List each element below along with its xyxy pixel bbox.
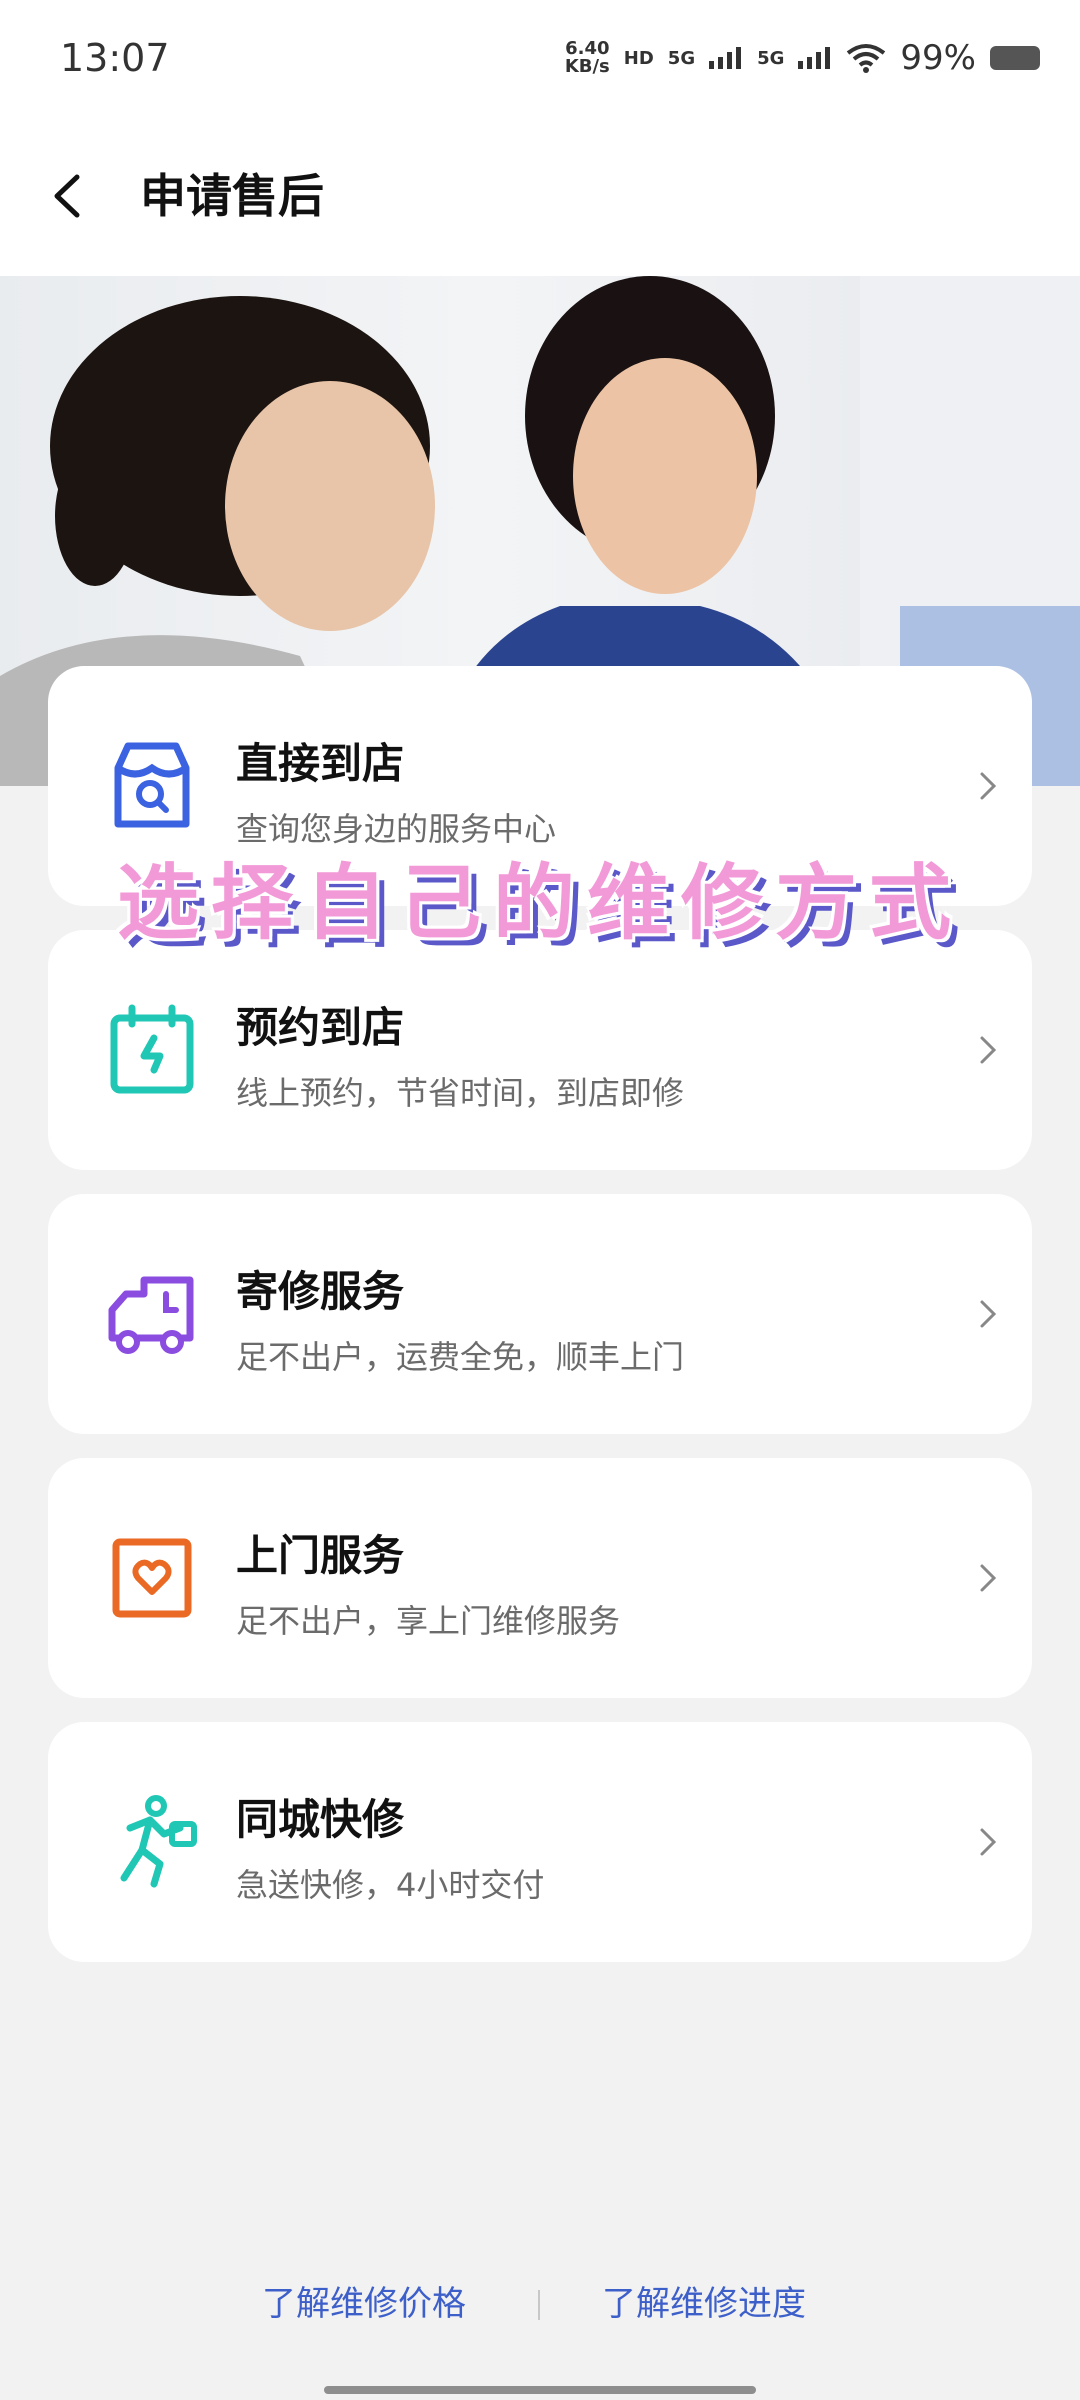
battery-percent: 99% bbox=[900, 38, 976, 78]
service-card-express[interactable]: 同城快修 急送快修，4小时交付 bbox=[48, 1722, 1032, 1962]
status-time: 13:07 bbox=[60, 36, 170, 80]
battery-icon bbox=[990, 46, 1040, 70]
service-card-store[interactable]: 直接到店 查询您身边的服务中心 bbox=[48, 666, 1032, 906]
hd-label: HD bbox=[623, 47, 654, 69]
service-title: 寄修服务 bbox=[236, 1267, 405, 1316]
back-button[interactable] bbox=[36, 156, 96, 236]
chevron-right-icon bbox=[980, 772, 997, 800]
network-speed-unit: KB/s bbox=[564, 56, 610, 77]
home-indicator[interactable] bbox=[324, 2386, 756, 2394]
service-title: 上门服务 bbox=[236, 1531, 405, 1580]
signal-bars-icon bbox=[709, 47, 742, 69]
signal-1-label: 5G bbox=[667, 47, 696, 69]
page-title: 申请售后 bbox=[140, 169, 324, 223]
service-subtitle: 足不出户，享上门维修服务 bbox=[236, 1602, 621, 1640]
service-subtitle: 线上预约，节省时间，到店即修 bbox=[236, 1074, 685, 1112]
store-search-icon bbox=[114, 742, 190, 828]
service-card-appointment[interactable]: 预约到店 线上预约，节省时间，到店即修 bbox=[48, 930, 1032, 1170]
chevron-left-icon bbox=[54, 174, 80, 218]
service-title: 同城快修 bbox=[236, 1795, 405, 1844]
bottom-links: 了解维修价格 了解维修进度 bbox=[0, 2276, 1080, 2336]
service-title: 直接到店 bbox=[236, 739, 405, 788]
heart-box-icon bbox=[112, 1538, 192, 1618]
service-subtitle: 急送快修，4小时交付 bbox=[236, 1866, 545, 1904]
chevron-right-icon bbox=[980, 1828, 997, 1856]
chevron-right-icon bbox=[980, 1036, 997, 1064]
status-indicators: 6.40 KB/s HD 5G 5G 99% bbox=[565, 38, 1040, 78]
status-bar: 13:07 6.40 KB/s HD 5G 5G 99% bbox=[0, 0, 1080, 120]
network-speed: 6.40 KB/s bbox=[565, 40, 610, 76]
service-title: 预约到店 bbox=[236, 1003, 405, 1052]
chevron-right-icon bbox=[980, 1300, 997, 1328]
calendar-wrench-icon bbox=[110, 1004, 194, 1094]
link-divider bbox=[538, 2290, 540, 2320]
service-card-onsite[interactable]: 上门服务 足不出户，享上门维修服务 bbox=[48, 1458, 1032, 1698]
repair-price-link[interactable]: 了解维修价格 bbox=[262, 2276, 466, 2325]
truck-clock-icon bbox=[108, 1276, 194, 1354]
signal-bars-icon bbox=[798, 47, 831, 69]
repair-progress-link[interactable]: 了解维修进度 bbox=[602, 2276, 806, 2325]
chevron-right-icon bbox=[980, 1564, 997, 1592]
service-subtitle: 足不出户，运费全免，顺丰上门 bbox=[236, 1338, 685, 1376]
wifi-icon bbox=[847, 44, 886, 73]
running-courier-icon bbox=[120, 1795, 197, 1888]
service-card-mail-in[interactable]: 寄修服务 足不出户，运费全免，顺丰上门 bbox=[48, 1194, 1032, 1434]
app-header: 申请售后 bbox=[0, 120, 1080, 276]
signal-2-label: 5G bbox=[757, 47, 785, 69]
service-subtitle: 查询您身边的服务中心 bbox=[236, 810, 557, 848]
